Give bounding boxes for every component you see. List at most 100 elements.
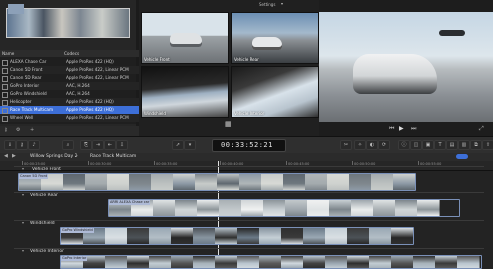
forward-arrow-icon[interactable]: ▶ (12, 153, 16, 159)
column-name-header[interactable]: Name (2, 50, 14, 57)
browser-row[interactable]: GoPro Windshield AAC, H.264 (0, 90, 140, 98)
column-codecs-header[interactable]: Codecs (64, 50, 79, 57)
track-divider (14, 166, 484, 167)
angle-windshield[interactable]: Windshield (141, 66, 229, 118)
overwrite-button[interactable]: ⇩ (116, 140, 128, 150)
prev-frame-icon[interactable]: ⏮ (389, 125, 394, 133)
track-name[interactable]: Vehicle Front (32, 167, 61, 172)
key-icon[interactable]: ⚷ (4, 127, 8, 133)
clip-name: GoPro Interior (10, 83, 40, 88)
main-viewer: ▶ ⏮ ⏭ ⤢ (319, 0, 493, 136)
photos-button[interactable]: ▣ (422, 140, 434, 150)
filmstrip-frame (153, 200, 176, 216)
play-icon[interactable]: ▶ (399, 125, 404, 132)
track-name[interactable]: Vehicle Interior (30, 249, 64, 254)
inspector-button[interactable]: ⓘ (398, 140, 410, 150)
insert-button[interactable]: ⇥ (92, 140, 104, 150)
browser-row[interactable]: Canon 5D Front Apple ProRes 422, Linear P… (0, 66, 140, 74)
angle-vehicle-front[interactable]: Vehicle Front (141, 12, 229, 64)
track-divider (14, 248, 484, 249)
filmstrip-frame (149, 256, 172, 268)
filmstrip-frame (457, 256, 480, 268)
generators-button[interactable]: ▤ (446, 140, 458, 150)
themes-button[interactable]: ▥ (458, 140, 470, 150)
main-viewer-image[interactable] (319, 12, 493, 122)
clip-icon (2, 116, 8, 122)
angle-label: Vehicle Rear (234, 57, 259, 62)
blade-button[interactable]: ✂ (340, 140, 352, 150)
retime-button[interactable]: ⟳ (378, 140, 390, 150)
timecode-display[interactable]: 00:33:52:21 (212, 139, 286, 152)
import-button[interactable]: ⇓ (4, 140, 16, 150)
browser-row[interactable]: GoPro Interior AAC, H.264 (0, 82, 140, 90)
clip-filmstrip[interactable]: GoPro Interior (60, 255, 482, 269)
audio-button[interactable]: ♪ (28, 140, 40, 150)
track-expand-icon[interactable]: ▾ (22, 166, 24, 171)
breadcrumb-separator-icon: › (76, 153, 78, 159)
clip-name: Race Track Multicam (10, 107, 54, 112)
track-expand-icon[interactable]: ▾ (22, 248, 24, 253)
effects-button[interactable]: ◫ (410, 140, 422, 150)
browser-header-row: Name Codecs (0, 50, 140, 57)
breadcrumb-item[interactable]: Willow Springs Day 2 (30, 154, 77, 159)
filmstrip-frame (193, 256, 216, 268)
track-expand-icon[interactable]: ▾ (22, 220, 24, 225)
tool-menu-button[interactable]: ▾ (184, 140, 196, 150)
search-button[interactable]: ⌕ (62, 140, 74, 150)
connect-button[interactable]: ⎘ (80, 140, 92, 150)
select-tool-button[interactable]: ➚ (172, 140, 184, 150)
filmstrip-frame (373, 200, 396, 216)
track-name[interactable]: Windshield (30, 221, 55, 226)
titles-button[interactable]: T (434, 140, 446, 150)
transitions-button[interactable]: ⧉ (470, 140, 482, 150)
filmstrip-frame (173, 174, 196, 190)
plus-icon[interactable]: + (30, 127, 34, 133)
clip-filmstrip[interactable]: GoPro Windshield (60, 227, 414, 245)
fullscreen-icon[interactable]: ⤢ (479, 125, 484, 133)
breadcrumb-item[interactable]: Race Track Multicam (90, 154, 136, 159)
append-button[interactable]: ⇤ (104, 140, 116, 150)
filmstrip-frame (349, 174, 372, 190)
filmstrip-frame (195, 174, 218, 190)
timeline-index-toggle[interactable] (456, 154, 468, 159)
filmstrip-frame (129, 174, 152, 190)
browser-row[interactable]: Helicopter Apple ProRes 422 (HQ) (0, 98, 140, 106)
browser-row[interactable]: Wheel Well Apple ProRes 422, Linear PCM (0, 114, 140, 122)
track-divider (14, 192, 484, 193)
clip-label: ARRI ALEXA Chase car (109, 200, 151, 205)
ruler-tick (154, 161, 155, 165)
filmstrip-frame (391, 256, 414, 268)
browser-row[interactable]: Race Track Multicam Apple ProRes 422 (HQ) (0, 106, 140, 114)
settings-chevron-icon[interactable]: ▾ (281, 1, 283, 6)
browser-row[interactable]: Canon 5D Rear Apple ProRes 422, Linear PC… (0, 74, 140, 82)
gear-icon[interactable]: ⚙ (16, 127, 20, 133)
clip-codec: AAC, H.264 (66, 83, 90, 88)
share-button[interactable]: ⇪ (482, 140, 493, 150)
keyword-button[interactable]: ⚷ (16, 140, 28, 150)
filmstrip-frame (107, 174, 130, 190)
settings-label[interactable]: Settings (259, 2, 275, 7)
filmstrip-frame (105, 228, 128, 244)
clip-name: ALEXA Chase Car (10, 59, 47, 64)
color-button[interactable]: ◐ (366, 140, 378, 150)
enhance-button[interactable]: ✧ (354, 140, 366, 150)
next-frame-icon[interactable]: ⏭ (411, 125, 416, 133)
filmstrip-frame (369, 228, 392, 244)
back-arrow-icon[interactable]: ◀ (4, 153, 8, 159)
filmstrip-frame (305, 174, 328, 190)
track-expand-icon[interactable]: ▾ (22, 192, 24, 197)
angle-vehicle-rear[interactable]: Vehicle Rear (231, 12, 319, 64)
browser-row[interactable]: ALEXA Chase Car Apple ProRes 422 (HQ) (0, 58, 140, 66)
clip-codec: Apple ProRes 422, Linear PCM (66, 75, 129, 80)
clip-filmstrip[interactable]: ARRI ALEXA Chase car (108, 199, 460, 217)
filmstrip-frame (259, 256, 282, 268)
angle-grid-icon[interactable]: ▦ (225, 120, 232, 128)
clip-filmstrip[interactable]: Canon 5D Front (18, 173, 416, 191)
filmstrip-frame (281, 256, 304, 268)
angle-vehicle-interior[interactable]: Vehicle Interior (231, 66, 319, 118)
track-name[interactable]: Vehicle Rear (30, 193, 58, 198)
filmstrip-frame (127, 256, 150, 268)
browser-filmstrip-thumb[interactable] (6, 8, 130, 38)
clip-name: Wheel Well (10, 115, 34, 120)
ruler-tick (22, 161, 23, 165)
